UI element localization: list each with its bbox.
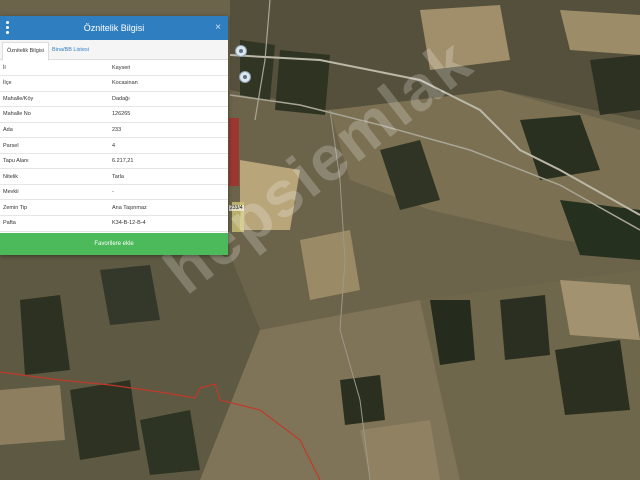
panel-header: Öznitelik Bilgisi × [0,16,228,40]
add-to-favorites-button[interactable]: Favorilere ekle [0,233,228,255]
table-row: İlçe Kocasinan [0,75,228,92]
row-key: Mahalle No [0,106,107,123]
table-row: Mevkii - [0,184,228,201]
location-marker-icon[interactable] [235,45,247,57]
row-key: Zemin Tip [0,199,107,216]
panel-title: Öznitelik Bilgisi [83,23,145,33]
row-key: Pafta [0,215,107,232]
attribute-info-panel: Öznitelik Bilgisi × Öznitelik Bilgisi Bi… [0,16,228,255]
row-value: Tarla [107,168,228,185]
row-key: İl [0,60,107,77]
tab-building-list[interactable]: Bina/BB Listesi [48,42,93,59]
row-value: Kayseri [107,60,228,77]
table-row: Zemin Tip Ana Taşınmaz [0,199,228,216]
location-marker-icon[interactable] [239,71,251,83]
table-row: Pafta K34-B-12-B-4 [0,215,228,232]
table-row: Mahalle No 126265 [0,106,228,123]
panel-tabs: Öznitelik Bilgisi Bina/BB Listesi [0,40,228,61]
parcel-label: 233/4 [229,205,244,211]
row-value: Kocasinan [107,75,228,92]
tab-attribute-info[interactable]: Öznitelik Bilgisi [2,42,49,61]
table-row: Tapu Alanı 6.217,21 [0,153,228,170]
table-row: Mahalle/Köy Dadağı [0,91,228,108]
table-row: Nitelik Tarla [0,168,228,185]
row-value: K34-B-12-B-4 [107,215,228,232]
row-key: Parsel [0,137,107,154]
row-key: Mevkii [0,184,107,201]
row-key: Tapu Alanı [0,153,107,170]
row-value: 233 [107,122,228,139]
table-row: Parsel 4 [0,137,228,154]
attribute-table: İl Kayseri İlçe Kocasinan Mahalle/Köy Dadağ… [0,60,228,232]
row-value: 4 [107,137,228,154]
row-key: İlçe [0,75,107,92]
table-row: İl Kayseri [0,60,228,77]
row-key: Nitelik [0,168,107,185]
row-key: Ada [0,122,107,139]
row-value: 6.217,21 [107,153,228,170]
row-key: Mahalle/Köy [0,91,107,108]
selected-parcel-highlight[interactable] [229,118,239,186]
table-row: Ada 233 [0,122,228,139]
row-value: - [107,184,228,201]
close-icon[interactable]: × [215,16,221,40]
row-value: 126265 [107,106,228,123]
row-value: Dadağı [107,91,228,108]
row-value: Ana Taşınmaz [107,199,228,216]
